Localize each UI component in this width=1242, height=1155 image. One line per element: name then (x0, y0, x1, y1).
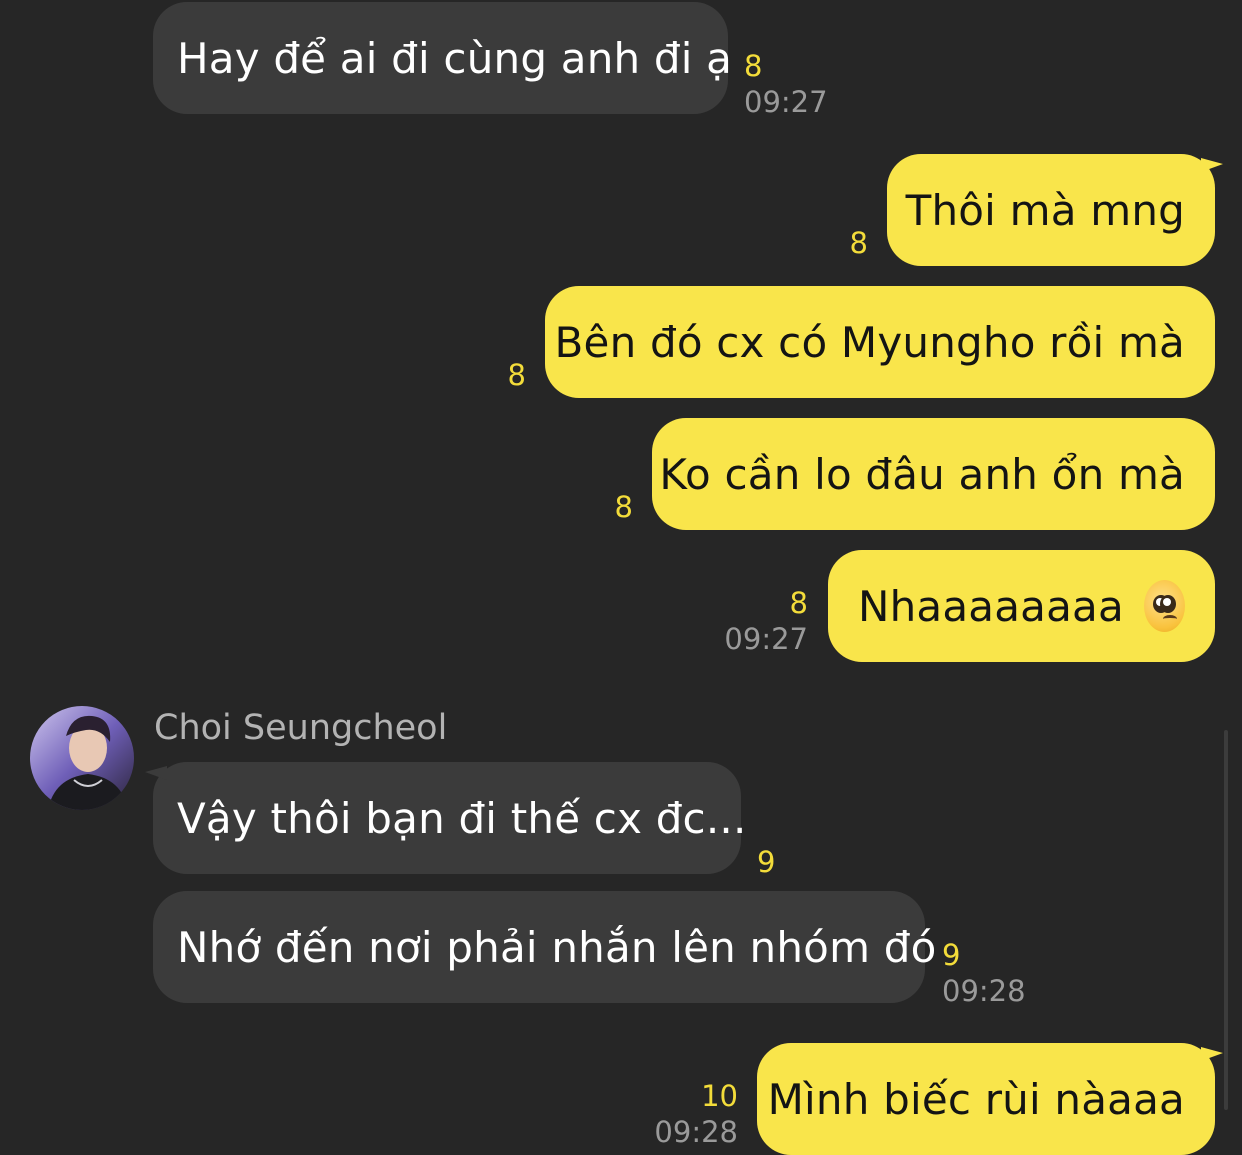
message-text: Nhớ đến nơi phải nhắn lên nhóm đó (177, 922, 937, 972)
scrollbar[interactable] (1224, 730, 1228, 1110)
message-text: Vậy thôi bạn đi thế cx đc... (177, 793, 747, 843)
avatar-image (30, 706, 134, 810)
message-time: 09:28 (942, 974, 1026, 1008)
message-text: Thôi mà mng (905, 185, 1185, 235)
unread-count: 9 (942, 938, 961, 972)
message-bubble-outgoing[interactable]: Thôi mà mng (887, 149, 1223, 266)
message-time: 09:27 (744, 85, 828, 119)
message-bubble-outgoing[interactable]: Mình biếc rùi nàaaa (757, 1038, 1223, 1155)
message-bubble-incoming[interactable]: Nhớ đến nơi phải nhắn lên nhóm đó (153, 891, 936, 1003)
unread-count: 8 (789, 586, 808, 620)
message-text: Hay để ai đi cùng anh đi ạ (177, 33, 733, 83)
bubble-tail (1201, 1038, 1223, 1062)
sender-name: Choi Seungcheol (154, 708, 448, 748)
message-bubble-outgoing[interactable]: Nhaaaaaaaa (828, 550, 1215, 662)
avatar[interactable] (30, 706, 134, 810)
message-text: Mình biếc rùi nàaaa (767, 1074, 1185, 1124)
unread-count: 8 (744, 49, 763, 83)
pleading-face-icon (1143, 580, 1185, 632)
message-time: 09:28 (654, 1115, 738, 1149)
unread-count: 8 (849, 226, 868, 260)
unread-count: 8 (507, 358, 526, 392)
message-text: Bên đó cx có Myungho rồi mà (554, 317, 1185, 367)
message-text: Nhaaaaaaaa (858, 581, 1124, 631)
message-bubble-incoming[interactable]: Vậy thôi bạn đi thế cx đc... (145, 757, 746, 874)
message-time: 09:27 (724, 622, 808, 656)
unread-count: 10 (701, 1079, 738, 1113)
unread-count: 9 (757, 845, 776, 879)
message-bubble-outgoing[interactable]: Bên đó cx có Myungho rồi mà (545, 286, 1215, 398)
bubble-tail (145, 757, 167, 781)
message-bubble-outgoing[interactable]: Ko cần lo đâu anh ổn mà (652, 418, 1215, 530)
message-bubble-incoming[interactable]: Hay để ai đi cùng anh đi ạ (153, 2, 732, 114)
unread-count: 8 (614, 490, 633, 524)
bubble-tail (1201, 149, 1223, 173)
message-text: Ko cần lo đâu anh ổn mà (659, 449, 1185, 499)
